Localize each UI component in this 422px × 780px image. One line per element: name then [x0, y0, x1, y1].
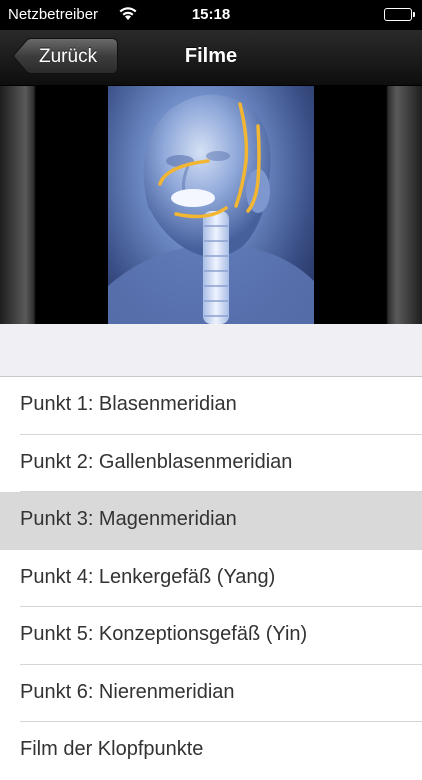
video-player[interactable] [0, 86, 422, 324]
list-item-label: Punkt 6: Nierenmeridian [20, 680, 235, 703]
list-item-label: Punkt 2: Gallenblasenmeridian [20, 450, 293, 473]
meridian-head-illustration [108, 94, 314, 324]
list-item-klopfpunkte[interactable]: Film der Klopfpunkte [0, 722, 422, 780]
list-item-punkt-3[interactable]: Punkt 3: Magenmeridian [0, 492, 422, 550]
list-item-punkt-4[interactable]: Punkt 4: Lenkergefäß (Yang) [0, 549, 422, 607]
section-header-spacer [0, 324, 422, 377]
list-item-punkt-2[interactable]: Punkt 2: Gallenblasenmeridian [0, 434, 422, 492]
status-bar: Netzbetreiber 15:18 [0, 0, 422, 30]
list-item-punkt-1[interactable]: Punkt 1: Blasenmeridian [0, 377, 422, 435]
navigation-bar: Zurück Filme [0, 30, 422, 86]
battery-tip [413, 12, 415, 17]
status-time: 15:18 [191, 6, 231, 23]
video-thumbnail[interactable] [108, 86, 314, 324]
battery-icon [384, 8, 412, 21]
film-list: Punkt 1: Blasenmeridian Punkt 2: Gallenb… [0, 377, 422, 780]
page-title: Filme [184, 45, 238, 67]
list-item-label: Punkt 5: Konzeptionsgefäß (Yin) [20, 623, 308, 645]
list-item-punkt-6[interactable]: Punkt 6: Nierenmeridian [0, 664, 422, 722]
list-item-punkt-5[interactable]: Punkt 5: Konzeptionsgefäß (Yin) [0, 607, 422, 665]
list-item-label: Punkt 3: Magenmeridian [20, 508, 237, 530]
list-item-label: Punkt 1: Blasenmeridian [20, 393, 237, 415]
list-item-label: Punkt 4: Lenkergefäß (Yang) [20, 565, 276, 588]
